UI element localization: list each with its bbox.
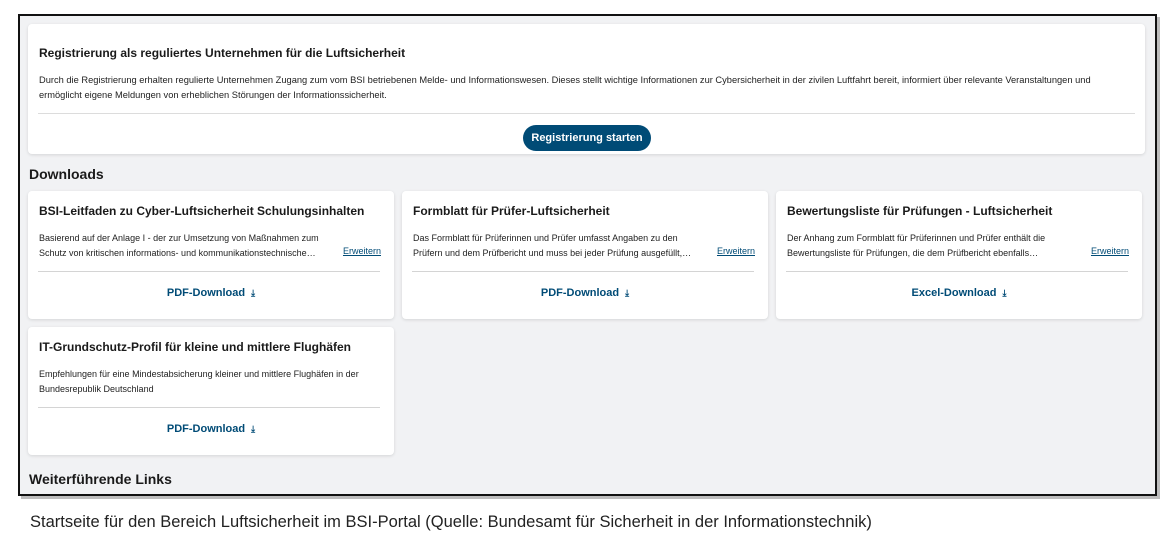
pdf-download-link[interactable]: PDF-Download ⤓: [28, 287, 394, 299]
screenshot-frame: Registrierung als reguliertes Unternehme…: [18, 14, 1157, 496]
description-line: Das Formblatt für Prüferinnen und Prüfer…: [413, 233, 678, 243]
download-card-description: Empfehlungen für eine Mindestabsicherung…: [39, 367, 384, 397]
description-line: Bundesrepublik Deutschland: [39, 384, 154, 394]
figure-caption: Startseite für den Bereich Luftsicherhei…: [30, 513, 872, 531]
download-link-label: PDF-Download: [540, 287, 620, 299]
registration-description-line: Durch die Registrierung erhalten regulie…: [39, 75, 1091, 85]
download-link-label: PDF-Download: [166, 423, 246, 435]
download-link-label: Excel-Download: [911, 287, 997, 299]
registration-title: Registrierung als reguliertes Unternehme…: [39, 46, 406, 60]
download-card-title: BSI-Leitfaden zu Cyber-Luftsicherheit Sc…: [39, 204, 365, 218]
expand-link[interactable]: Erweitern: [717, 246, 755, 256]
download-card-title: IT-Grundschutz-Profil für kleine und mit…: [39, 340, 352, 354]
description-line: Der Anhang zum Formblatt für Prüferinnen…: [787, 233, 1046, 243]
registration-card: Registrierung als reguliertes Unternehme…: [28, 24, 1145, 154]
download-icon: ⤓: [251, 288, 256, 298]
download-card-description: Der Anhang zum Formblatt für Prüferinnen…: [787, 231, 1067, 261]
excel-download-link[interactable]: Excel-Download ⤓: [776, 287, 1142, 299]
download-card: Formblatt für Prüfer-Luftsicherheit Das …: [402, 191, 768, 319]
description-line: Empfehlungen für eine Mindestabsicherung…: [39, 369, 359, 379]
download-card-title: Formblatt für Prüfer-Luftsicherheit: [413, 204, 610, 218]
download-icon: ⤓: [251, 424, 256, 434]
divider: [412, 271, 754, 272]
further-links-heading: Weiterführende Links: [29, 471, 172, 487]
download-icon: ⤓: [625, 288, 630, 298]
download-card-title: Bewertungsliste für Prüfungen - Luftsich…: [787, 204, 1053, 218]
divider: [38, 271, 380, 272]
divider: [38, 113, 1135, 114]
description-line: Prüfern und dem Prüfbericht und muss bei…: [413, 248, 692, 258]
registration-description-line: ermöglicht eigene Meldungen von erheblic…: [39, 90, 387, 100]
downloads-heading: Downloads: [29, 166, 104, 182]
download-card-description: Basierend auf der Anlage I - der zur Ums…: [39, 231, 319, 261]
download-card-description: Das Formblatt für Prüferinnen und Prüfer…: [413, 231, 693, 261]
description-line: Bewertungsliste für Prüfungen, die dem P…: [787, 248, 1039, 258]
download-card: IT-Grundschutz-Profil für kleine und mit…: [28, 327, 394, 455]
download-icon: ⤓: [1002, 288, 1007, 298]
download-card: Bewertungsliste für Prüfungen - Luftsich…: [776, 191, 1142, 319]
download-link-label: PDF-Download: [166, 287, 246, 299]
description-line: Basierend auf der Anlage I - der zur Ums…: [39, 233, 319, 243]
expand-link[interactable]: Erweitern: [1091, 246, 1129, 256]
divider: [786, 271, 1128, 272]
divider: [38, 407, 380, 408]
download-card: BSI-Leitfaden zu Cyber-Luftsicherheit Sc…: [28, 191, 394, 319]
registration-description: Durch die Registrierung erhalten regulie…: [39, 73, 1139, 103]
pdf-download-link[interactable]: PDF-Download ⤓: [402, 287, 768, 299]
expand-link[interactable]: Erweitern: [343, 246, 381, 256]
pdf-download-link[interactable]: PDF-Download ⤓: [28, 423, 394, 435]
start-registration-button[interactable]: Registrierung starten: [523, 125, 651, 151]
description-line: Schutz von kritischen informations- und …: [39, 248, 316, 258]
